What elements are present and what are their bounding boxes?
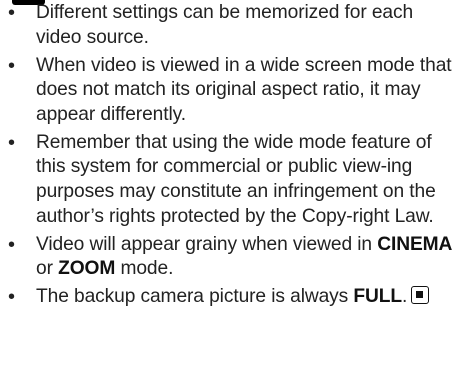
note-item-3: • Remember that using the wide mode feat… [6, 131, 458, 229]
note-text: When video is viewed in a wide screen mo… [36, 54, 452, 125]
note-text-end: . [402, 286, 408, 308]
mode-name-zoom: ZOOM [58, 258, 116, 280]
bullet: • [8, 54, 15, 77]
note-text-end: mode. [115, 258, 174, 280]
note-item-4: • Video will appear grainy when viewed i… [6, 233, 458, 282]
note-text: Remember that using the wide mode featur… [36, 131, 436, 227]
notes-list: • Different settings can be memorized fo… [6, 1, 458, 313]
section-end-icon [411, 286, 430, 305]
note-text-start: The backup camera picture is always [36, 286, 354, 308]
bullet: • [8, 233, 15, 256]
note-item-2: • When video is viewed in a wide screen … [6, 54, 458, 128]
bullet: • [8, 2, 15, 24]
note-item-5: • The backup camera picture is always FU… [6, 285, 458, 310]
note-text-middle: or [36, 258, 59, 280]
mode-name-cinema: CINEMA [377, 233, 453, 255]
note-text-start: Video will appear grainy when viewed in [36, 233, 378, 255]
bullet: • [8, 131, 15, 154]
mode-name-full: FULL [353, 286, 403, 308]
note-item-1: • Different settings can be memorized fo… [6, 1, 458, 50]
bullet: • [8, 286, 15, 309]
note-text: Different settings can be memorized for … [36, 2, 414, 48]
